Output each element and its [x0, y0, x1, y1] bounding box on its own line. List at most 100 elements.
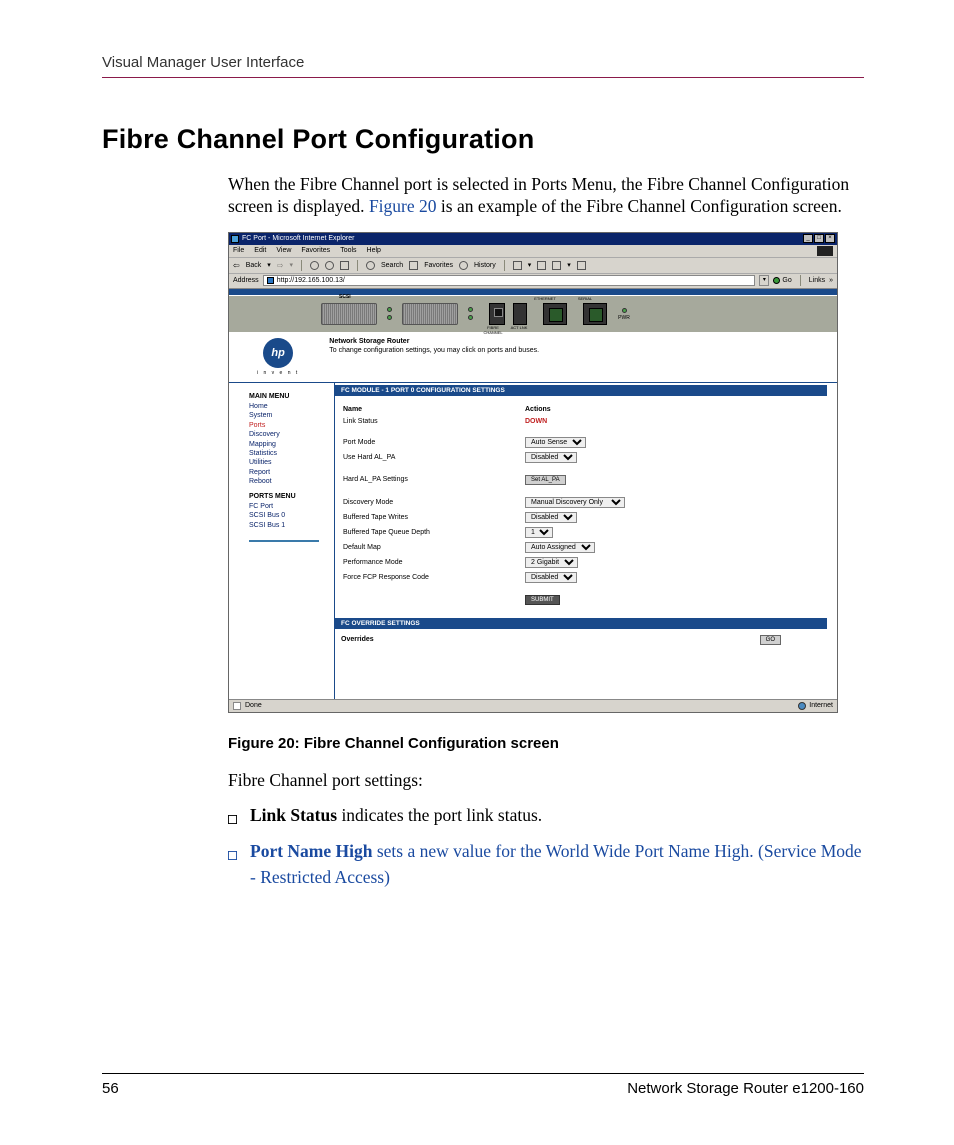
search-icon[interactable]: [366, 261, 375, 270]
buf-depth-select[interactable]: 1: [525, 527, 553, 538]
address-input[interactable]: http://192.165.100.13/: [263, 275, 756, 286]
bullet-icon: [228, 839, 238, 890]
close-button[interactable]: ×: [825, 234, 835, 243]
footer: 56 Network Storage Router e1200-160: [102, 1073, 864, 1097]
col-name: Name: [337, 404, 517, 415]
buf-writes-select[interactable]: Disabled: [525, 512, 577, 523]
force-select[interactable]: Disabled: [525, 572, 577, 583]
menu-tools[interactable]: Tools: [340, 247, 356, 254]
menu-utilities[interactable]: Utilities: [249, 458, 328, 467]
use-hard-select[interactable]: Disabled: [525, 452, 577, 463]
menu-statistics[interactable]: Statistics: [249, 449, 328, 458]
sidebar-divider: [249, 540, 319, 542]
ports-menu-title: PORTS MENU: [249, 493, 328, 500]
bullet1-rest: indicates the port link status.: [337, 805, 542, 825]
edit-icon[interactable]: [552, 261, 561, 270]
fc-port[interactable]: [489, 303, 505, 325]
menu-system[interactable]: System: [249, 411, 328, 420]
menu-fc-port[interactable]: FC Port: [249, 502, 328, 511]
default-map-select[interactable]: Auto Assigned: [525, 542, 595, 553]
menu-reboot[interactable]: Reboot: [249, 477, 328, 486]
row-buf-writes-label: Buffered Tape Writes: [337, 511, 517, 524]
post-text: Fibre Channel port settings:: [228, 770, 838, 791]
figure-link[interactable]: Figure 20: [369, 196, 437, 216]
refresh-icon[interactable]: [325, 261, 334, 270]
menu-home[interactable]: Home: [249, 402, 328, 411]
maximize-button[interactable]: □: [814, 234, 824, 243]
hp-logo-circle: hp: [263, 338, 293, 368]
menu-edit[interactable]: Edit: [254, 247, 266, 254]
scsi-port-0[interactable]: [321, 303, 377, 325]
address-url: http://192.165.100.13/: [277, 277, 345, 284]
home-icon[interactable]: [340, 261, 349, 270]
print-icon[interactable]: [537, 261, 546, 270]
product-subtitle: To change configuration settings, you ma…: [329, 347, 539, 354]
config-header: FC MODULE - 1 PORT 0 CONFIGURATION SETTI…: [335, 385, 827, 396]
page-icon: [267, 277, 274, 284]
forward-dropdown[interactable]: ▾: [289, 261, 293, 269]
menu-view[interactable]: View: [276, 247, 291, 254]
intro-text-b: is an example of the Fibre Channel Confi…: [437, 196, 842, 216]
menu-ports[interactable]: Ports: [249, 421, 328, 430]
go-button[interactable]: Go: [773, 277, 791, 284]
menu-discovery[interactable]: Discovery: [249, 430, 328, 439]
menu-mapping[interactable]: Mapping: [249, 440, 328, 449]
menu-file[interactable]: File: [233, 247, 244, 254]
bullet-icon: [228, 803, 238, 831]
row-link-status-value: DOWN: [525, 418, 547, 425]
history-label[interactable]: History: [474, 262, 496, 269]
bullet2-bold: Port Name High: [250, 841, 372, 861]
mail-icon[interactable]: [513, 261, 522, 270]
perf-select[interactable]: 2 Gigabit: [525, 557, 578, 568]
menu-scsi-bus-1[interactable]: SCSI Bus 1: [249, 521, 328, 530]
forward-button[interactable]: ⇨: [277, 261, 284, 270]
ethernet-label: ETHERNET: [531, 296, 559, 301]
address-dropdown[interactable]: ▾: [759, 275, 769, 286]
override-row: Overrides GO: [335, 629, 827, 651]
back-label[interactable]: Back: [246, 262, 262, 269]
menu-scsi-bus-0[interactable]: SCSI Bus 0: [249, 511, 328, 520]
edit-dropdown[interactable]: ▾: [567, 261, 571, 269]
overrides-label: Overrides: [341, 636, 374, 643]
intro-paragraph: When the Fibre Channel port is selected …: [228, 173, 864, 218]
address-label: Address: [233, 277, 259, 284]
history-icon[interactable]: [459, 261, 468, 270]
search-label[interactable]: Search: [381, 262, 403, 269]
override-go-button[interactable]: GO: [760, 635, 781, 645]
go-icon: [773, 277, 780, 284]
discovery-select[interactable]: Manual Discovery Only: [525, 497, 625, 508]
menu-report[interactable]: Report: [249, 468, 328, 477]
act-label: ACT LNK: [509, 325, 529, 330]
stop-icon[interactable]: [310, 261, 319, 270]
browser-window: FC Port - Microsoft Internet Explorer _ …: [228, 232, 838, 713]
set-alpa-button[interactable]: Set AL_PA: [525, 475, 566, 485]
figure-caption: Figure 20: Fibre Channel Configuration s…: [228, 735, 838, 752]
favorites-label[interactable]: Favorites: [424, 262, 453, 269]
links-label[interactable]: Links: [809, 277, 825, 284]
menu-favorites[interactable]: Favorites: [301, 247, 330, 254]
ethernet-port[interactable]: [543, 303, 567, 325]
port-mode-select[interactable]: Auto Sense: [525, 437, 586, 448]
statusbar: Done Internet: [229, 699, 837, 712]
submit-button[interactable]: SUBMIT: [525, 595, 560, 605]
minimize-button[interactable]: _: [803, 234, 813, 243]
back-button[interactable]: ⇦: [233, 261, 240, 270]
titlebar: FC Port - Microsoft Internet Explorer _ …: [229, 233, 837, 245]
figure-wrap: FC Port - Microsoft Internet Explorer _ …: [228, 232, 838, 791]
discuss-icon[interactable]: [577, 261, 586, 270]
page-number: 56: [102, 1080, 119, 1097]
override-header: FC OVERRIDE SETTINGS: [335, 618, 827, 629]
menu-help[interactable]: Help: [367, 247, 381, 254]
window-title: FC Port - Microsoft Internet Explorer: [242, 235, 354, 242]
mail-dropdown[interactable]: ▾: [528, 261, 532, 269]
scsi-port-1[interactable]: [402, 303, 458, 325]
row-hard-settings-label: Hard AL_PA Settings: [337, 474, 517, 486]
sidebar: MAIN MENU Home System Ports Discovery Ma…: [229, 383, 334, 699]
serial-port[interactable]: [583, 303, 607, 325]
links-expand[interactable]: »: [829, 277, 833, 284]
zone-icon: [798, 702, 806, 710]
hp-logo: hp i n v e n t: [257, 338, 299, 376]
favorites-icon[interactable]: [409, 261, 418, 270]
fc-label: FIBRE CHANNEL: [479, 325, 507, 335]
back-dropdown[interactable]: ▾: [267, 261, 271, 269]
